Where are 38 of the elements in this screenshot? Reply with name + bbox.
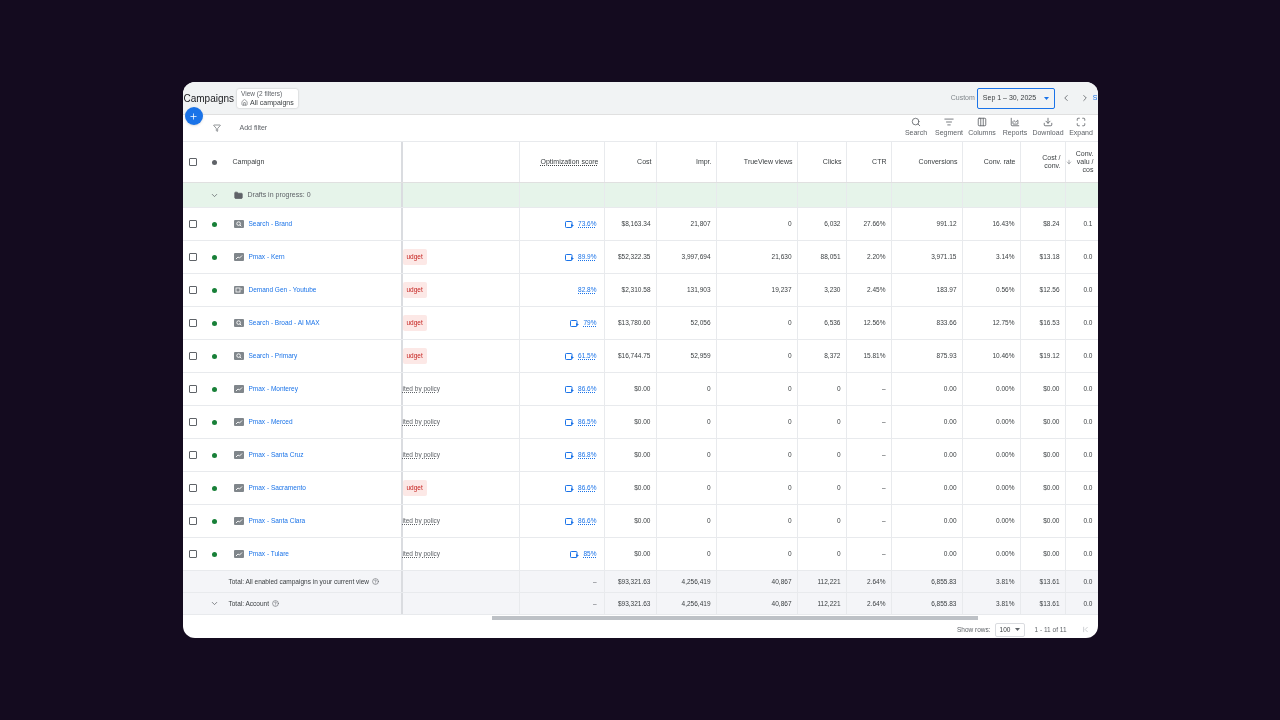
plus-icon — [189, 111, 198, 121]
scrollbar[interactable] — [491, 616, 978, 620]
recommendation-icon — [570, 550, 580, 558]
dropdown-caret-icon — [1014, 628, 1020, 631]
checkbox[interactable] — [189, 253, 197, 261]
checkbox[interactable] — [189, 418, 197, 426]
page-title: Campaigns — [183, 91, 235, 106]
checkbox[interactable] — [189, 319, 197, 327]
checkbox[interactable] — [189, 220, 197, 228]
checkbox[interactable] — [189, 550, 197, 558]
download-icon — [1043, 117, 1053, 128]
checkbox[interactable] — [189, 451, 197, 459]
checkbox[interactable] — [189, 385, 197, 393]
filter-icon[interactable] — [212, 124, 221, 132]
folder-icon — [233, 190, 243, 200]
checkbox[interactable] — [189, 286, 197, 294]
recommendation-icon — [565, 418, 575, 426]
checkbox[interactable] — [189, 484, 197, 492]
sort-arrow-icon — [1065, 159, 1072, 165]
segment-icon — [944, 117, 954, 128]
recommendation-icon — [565, 220, 575, 228]
recommendation-icon — [570, 319, 580, 327]
recommendation-icon — [565, 352, 575, 360]
recommendation-icon — [565, 385, 575, 393]
home-icon — [241, 98, 249, 106]
expand-icon — [1076, 117, 1086, 128]
recommendation-icon — [565, 517, 575, 525]
recommendation-icon — [565, 451, 575, 459]
checkbox[interactable] — [189, 517, 197, 525]
recommendation-icon — [565, 484, 575, 492]
recommendation-icon — [565, 253, 575, 261]
checkbox[interactable] — [189, 158, 197, 166]
search-icon — [911, 117, 921, 128]
chevron-icon[interactable] — [210, 599, 219, 608]
dropdown-caret-icon — [1043, 96, 1049, 100]
checkbox[interactable] — [189, 352, 197, 360]
columns-icon — [977, 117, 987, 128]
chart-icon — [1010, 117, 1020, 128]
